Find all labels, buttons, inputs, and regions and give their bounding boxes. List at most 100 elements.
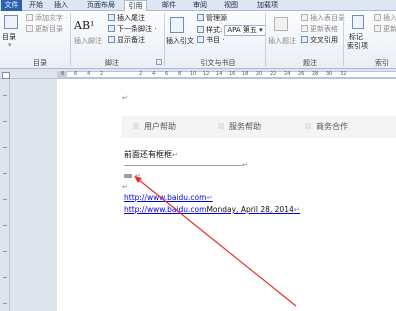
update-index-button[interactable]: 更新: [374, 25, 396, 34]
mark-entry-button[interactable]: 标记: [349, 33, 363, 42]
group-label-captions: 题注: [303, 59, 317, 67]
paragraph-mark: ↵: [135, 172, 141, 180]
tab-add-ins[interactable]: 加载项: [254, 0, 281, 11]
ruler-number: 32: [340, 71, 347, 77]
insert-caption-button[interactable]: 插入题注: [268, 37, 296, 46]
paragraph-mark: ↵: [172, 151, 178, 159]
tab-view[interactable]: 视图: [221, 0, 241, 11]
ruler-number: 24: [284, 71, 291, 77]
paragraph-mark: ↵: [122, 94, 128, 102]
hyperlink-1[interactable]: http://www.baidu.com↵: [124, 193, 213, 203]
update-toc-button[interactable]: 更新目录: [26, 25, 63, 34]
insert-citation-icon: [170, 17, 184, 33]
insert-footnote-button[interactable]: 插入脚注: [74, 37, 102, 46]
tab-insert[interactable]: 插入: [51, 0, 71, 11]
insert-endnote-icon: [108, 14, 115, 21]
group-separator: [164, 13, 165, 66]
vertical-ruler-tick: [3, 251, 7, 252]
cross-reference-label: 交叉引用: [310, 36, 338, 44]
tab-home[interactable]: 开始: [26, 0, 46, 11]
tab-review[interactable]: 审阅: [190, 0, 210, 11]
insert-caption-icon: [274, 17, 288, 31]
bibliography-icon: [197, 36, 204, 43]
update-table-icon: [301, 25, 308, 32]
show-notes-label: 显示备注: [117, 36, 145, 44]
table-of-figures-icon: [301, 14, 308, 21]
ruler-number: 4: [87, 71, 91, 77]
ruler-number: 8: [178, 71, 182, 77]
group-separator: [343, 13, 344, 66]
paragraph-mark: ↵: [206, 193, 213, 202]
bibliography-label: 书目 ·: [206, 36, 225, 44]
update-index-icon: [374, 25, 381, 32]
nav-item-marker: [218, 123, 224, 129]
show-notes-button[interactable]: 显示备注: [108, 36, 145, 45]
tab-selector-icon[interactable]: [2, 72, 10, 79]
ruler-number: 8: [61, 71, 65, 77]
add-text-button[interactable]: 添加文字 ·: [26, 14, 67, 23]
mark-entry-icon: [352, 15, 364, 29]
toc-dropdown-icon[interactable]: ▾: [8, 41, 12, 50]
ruler-number: 10: [190, 71, 197, 77]
heading-text: 前面还有框框: [124, 150, 172, 159]
ruler-number: 2: [139, 71, 143, 77]
citation-style-control: 样式: APA 第五 ▾: [197, 25, 266, 36]
document-page[interactable]: [57, 79, 396, 311]
paragraph-mark: ↵: [293, 205, 301, 214]
nav-item-label: 服务帮助: [229, 122, 261, 131]
citation-style-select[interactable]: APA 第五 ▾: [224, 25, 266, 36]
nav-item-service-help: 服务帮助: [218, 122, 261, 132]
vertical-ruler-tick: [3, 303, 7, 304]
ruler-number: 30: [326, 71, 333, 77]
update-table-label: 更新表格: [310, 25, 338, 33]
document-heading[interactable]: 前面还有框框↵: [124, 149, 178, 161]
vertical-ruler-tick: [3, 225, 7, 226]
next-footnote-icon: [108, 25, 115, 32]
manage-sources-button[interactable]: 管理源: [197, 14, 227, 23]
update-toc-icon: [26, 25, 33, 32]
insert-citation-button[interactable]: 插入引文: [166, 37, 194, 46]
ruler-number: 12: [203, 71, 210, 77]
footnotes-dialog-launcher-icon[interactable]: [156, 59, 162, 65]
vertical-ruler-tick: [3, 147, 7, 148]
hyperlink-2-text: http://www.baidu.com: [124, 205, 207, 214]
next-footnote-label: 下一条脚注 ·: [117, 25, 157, 33]
tab-mailings[interactable]: 邮件: [159, 0, 179, 11]
ruler-number: 22: [270, 71, 277, 77]
tab-page-layout[interactable]: 页面布局: [84, 0, 118, 11]
manage-sources-label: 管理源: [206, 14, 227, 22]
bibliography-button[interactable]: 书目 ·: [197, 36, 224, 45]
vertical-ruler[interactable]: [0, 79, 10, 311]
ruler-number: 6: [165, 71, 169, 77]
vertical-ruler-tick: [3, 95, 7, 96]
mark-entry-button-line2[interactable]: 索引项: [347, 42, 368, 51]
ruler-number: 18: [242, 71, 249, 77]
ribbon-tab-bar: 文件 开始 插入 页面布局 引用 邮件 审阅 视图 加载项: [0, 0, 396, 12]
tab-file[interactable]: 文件: [1, 0, 22, 11]
cross-reference-icon: [301, 36, 308, 43]
insert-index-icon: [374, 14, 381, 21]
insert-index-button[interactable]: 插入索: [374, 14, 396, 23]
cross-reference-button[interactable]: 交叉引用: [301, 36, 338, 45]
style-label: 样式:: [206, 26, 223, 34]
group-label-citations: 引文与书目: [200, 59, 236, 67]
insert-table-of-figures-button[interactable]: 插入表目录: [301, 14, 345, 23]
small-box-shape[interactable]: [124, 174, 132, 178]
group-label-footnotes: 脚注: [105, 59, 119, 67]
hyperlink-2[interactable]: http://www.baidu.comMonday, April 28, 20…: [124, 205, 300, 215]
insert-table-of-figures-label: 插入表目录: [310, 14, 345, 22]
add-text-label: 添加文字 ·: [35, 14, 68, 22]
paragraph-mark: ↵: [242, 161, 248, 169]
vertical-ruler-tick: [3, 199, 7, 200]
vertical-ruler-tick: [3, 121, 7, 122]
vertical-ruler-tick: [3, 277, 7, 278]
paragraph-mark: ↵: [122, 183, 128, 191]
group-label-toc: 目录: [33, 59, 47, 67]
insert-index-label: 插入索: [383, 14, 396, 22]
update-table-button[interactable]: 更新表格: [301, 25, 338, 34]
insert-endnote-button[interactable]: 插入尾注: [108, 14, 145, 23]
insert-footnote-icon: AB¹: [74, 19, 95, 32]
next-footnote-button[interactable]: 下一条脚注 ·: [108, 25, 156, 34]
insert-endnote-label: 插入尾注: [117, 14, 145, 22]
citation-style-value: APA 第五: [227, 26, 257, 34]
